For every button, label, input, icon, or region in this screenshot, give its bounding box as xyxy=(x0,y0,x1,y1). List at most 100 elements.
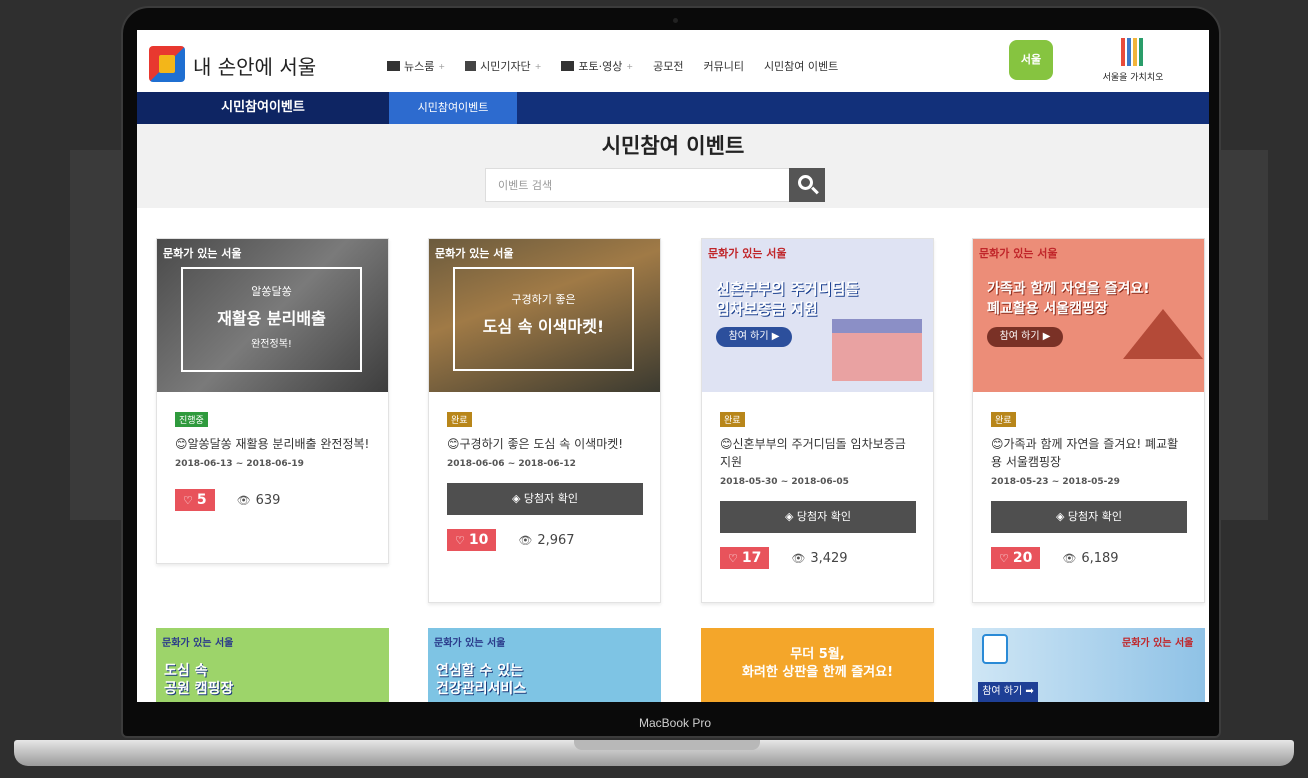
thumbnail-line: 건강관리서비스 xyxy=(436,681,527,697)
card-dates: 2018-06-13 ~ 2018-06-19 xyxy=(175,459,304,469)
like-count: 17 xyxy=(741,550,762,566)
thumbnail-frame: 알쏭달쏭 재활용 분리배출 완전정복! xyxy=(181,267,362,372)
event-card[interactable]: 문화가 있는 서울 알쏭달쏭 재활용 분리배출 완전정복! 진행중 😊알쏭달쏭 … xyxy=(156,238,389,564)
eye-icon: 👁 xyxy=(1062,551,1077,565)
nav-item-citizen-reporters[interactable]: 시민기자단 + xyxy=(465,58,541,74)
card-body: 완료 😊신혼부부의 주거디딤돌 임차보증금 지원 2018-05-30 ~ 20… xyxy=(702,392,933,583)
plus-icon: + xyxy=(534,61,542,71)
card-brand: 문화가 있는 서울 xyxy=(435,247,514,260)
search-input[interactable] xyxy=(485,168,790,202)
card-dates: 2018-05-23 ~ 2018-05-29 xyxy=(991,477,1120,487)
card-stats: ♡ 10 👁 2,967 xyxy=(447,529,642,551)
view-count: 👁 6,189 xyxy=(1062,551,1118,566)
seoul-logo-icon[interactable] xyxy=(149,46,185,82)
camera xyxy=(673,18,678,23)
heart-icon: ♡ xyxy=(183,493,193,507)
thumbnail-line: 신혼부부의 주거디딤돌 xyxy=(716,280,860,298)
thumbnail-line: 알쏭달쏭 xyxy=(251,285,292,298)
nav-label: 포토·영상 xyxy=(578,60,623,73)
view-count: 👁 3,429 xyxy=(791,551,847,566)
event-card[interactable]: 무더 5월, 화려한 상판을 한께 즐겨요! xyxy=(701,628,934,702)
card-body: 진행중 😊알쏭달쏭 재활용 분리배출 완전정복! 2018-06-13 ~ 20… xyxy=(157,392,388,525)
eye-icon: 👁 xyxy=(791,551,806,565)
like-button[interactable]: ♡ 5 xyxy=(175,489,215,511)
tab-citizen-events[interactable]: 시민참여이벤트 xyxy=(389,92,517,124)
card-thumbnail[interactable]: 문화가 있는 서울 가족과 함께 자연을 즐겨요! 폐교활용 서울캠핑장 참여 … xyxy=(973,239,1204,392)
status-badge: 진행중 xyxy=(175,412,208,427)
thumbnail-headline: 도심 속 공원 캠핑장 xyxy=(164,662,233,698)
like-button[interactable]: ♡ 10 xyxy=(447,529,497,551)
card-dates: 2018-05-30 ~ 2018-06-05 xyxy=(720,477,849,487)
nav-label: 시민기자단 xyxy=(480,60,531,73)
event-card[interactable]: 문화가 있는 서울 구경하기 좋은 도심 속 이색마켓! 완료 😊구경하기 좋은… xyxy=(428,238,661,603)
card-stats: ♡ 20 👁 6,189 xyxy=(991,547,1186,569)
nav-label: 커뮤니티 xyxy=(703,60,744,73)
like-count: 20 xyxy=(1012,550,1033,566)
winner-label: 당첨자 확인 xyxy=(1067,510,1123,523)
card-brand: 문화가 있는 서울 xyxy=(1122,638,1194,649)
card-body: 완료 😊가족과 함께 자연을 즐겨요! 폐교활용 서울캠핑장 2018-05-2… xyxy=(973,392,1204,583)
winner-label: 당첨자 확인 xyxy=(523,492,579,505)
plus-icon: + xyxy=(438,61,446,71)
pen-icon xyxy=(465,61,477,71)
nav-label: 뉴스룸 xyxy=(404,60,435,73)
nav-item-contest[interactable]: 공모전 xyxy=(653,58,683,74)
like-count: 5 xyxy=(196,492,207,508)
heart-icon: ♡ xyxy=(455,533,465,547)
view-count: 👁 639 xyxy=(237,493,281,508)
card-body: 완료 😊구경하기 좋은 도심 속 이색마켓! 2018-06-06 ~ 2018… xyxy=(429,392,660,565)
section-title: 시민참여이벤트 xyxy=(137,92,389,124)
card-stats: ♡ 17 👁 3,429 xyxy=(720,547,915,569)
view-count-value: 639 xyxy=(255,492,281,508)
like-button[interactable]: ♡ 17 xyxy=(720,547,770,569)
card-thumbnail[interactable]: 문화가 있는 서울 신혼부부의 주거디딤돌 임차보증금 지원 참여 하기 ▶ xyxy=(702,239,933,392)
nav-item-community[interactable]: 커뮤니티 xyxy=(703,58,743,74)
site-logo-text[interactable]: 내 손안에 서울 xyxy=(193,51,316,80)
winner-check-button[interactable]: ◈ 당첨자 확인 xyxy=(447,483,643,515)
card-title[interactable]: 😊가족과 함께 자연을 즐겨요! 폐교활용 서울캠핑장 xyxy=(991,435,1186,471)
value-logo[interactable]: 서울을 가치치오 xyxy=(1093,38,1173,83)
page-title: 시민참여 이벤트 xyxy=(601,134,745,158)
nav-item-events[interactable]: 시민참여 이벤트 xyxy=(764,58,838,74)
event-card[interactable]: 문화가 있는 서울 신혼부부의 주거디딤돌 임차보증금 지원 참여 하기 ▶ 완… xyxy=(701,238,934,603)
like-button[interactable]: ♡ 20 xyxy=(991,547,1041,569)
card-title[interactable]: 😊신혼부부의 주거디딤돌 임차보증금 지원 xyxy=(720,435,915,471)
card-brand: 문화가 있는 서울 xyxy=(708,247,787,260)
like-count: 10 xyxy=(468,532,489,548)
thumbnail-join-button: 참여 하기 ▶ xyxy=(987,327,1063,347)
thumbnail-line: 화려한 상판을 한께 즐겨요! xyxy=(741,665,894,680)
house-illustration xyxy=(832,319,922,381)
event-card[interactable]: 문화가 있는 서울 연심할 수 있는 건강관리서비스 xyxy=(428,628,661,702)
thumbnail-join-button: 참여 하기 ➡ xyxy=(978,682,1038,702)
card-thumbnail[interactable]: 문화가 있는 서울 구경하기 좋은 도심 속 이색마켓! xyxy=(429,239,660,392)
view-count: 👁 2,967 xyxy=(518,533,574,548)
status-badge: 완료 xyxy=(447,412,472,427)
nav-item-newsroom[interactable]: 뉴스룸 + xyxy=(387,58,445,74)
event-card[interactable]: 문화가 있는 서울 도심 속 공원 캠핑장 xyxy=(156,628,389,702)
winner-check-button[interactable]: ◈ 당첨자 확인 xyxy=(991,501,1187,533)
thumbnail-line: 재활용 분리배출 xyxy=(217,309,326,328)
card-thumbnail[interactable]: 문화가 있는 서울 알쏭달쏭 재활용 분리배출 완전정복! xyxy=(157,239,388,392)
nav-item-photo-video[interactable]: 포토·영상 + xyxy=(561,58,633,74)
thumbnail-headline: 신혼부부의 주거디딤돌 임차보증금 지원 xyxy=(716,279,859,319)
winner-check-button[interactable]: ◈ 당첨자 확인 xyxy=(720,501,916,533)
tent-illustration xyxy=(1123,309,1203,359)
seoul-badge-logo[interactable]: 서울 xyxy=(1009,40,1053,80)
winner-label: 당첨자 확인 xyxy=(796,510,852,523)
nav-label: 시민참여 이벤트 xyxy=(763,60,839,73)
event-card[interactable]: 문화가 있는 서울 참여 하기 ➡ xyxy=(972,628,1205,702)
thumbnail-headline: 무더 5월, 화려한 상판을 한께 즐겨요! xyxy=(701,646,934,682)
event-card[interactable]: 문화가 있는 서울 가족과 함께 자연을 즐겨요! 폐교활용 서울캠핑장 참여 … xyxy=(972,238,1205,603)
search-button[interactable] xyxy=(789,168,825,202)
card-title[interactable]: 😊구경하기 좋은 도심 속 이색마켓! xyxy=(447,435,642,453)
card-stats: ♡ 5 👁 639 xyxy=(175,489,370,511)
diamond-icon: ◈ xyxy=(1055,510,1068,523)
card-brand: 문화가 있는 서울 xyxy=(979,247,1058,260)
browser-screen: 내 손안에 서울 뉴스룸 + 시민기자단 + 포토·영상 + 공모전 커뮤니티 xyxy=(137,30,1209,702)
device-label: MacBook Pro xyxy=(638,716,712,730)
card-brand: 문화가 있는 서울 xyxy=(163,247,242,260)
nav-label: 공모전 xyxy=(653,60,684,73)
card-title[interactable]: 😊알쏭달쏭 재활용 분리배출 완전정복! xyxy=(175,435,370,453)
thumbnail-line: 임차보증금 지원 xyxy=(716,300,818,318)
view-count-value: 2,967 xyxy=(537,532,575,548)
